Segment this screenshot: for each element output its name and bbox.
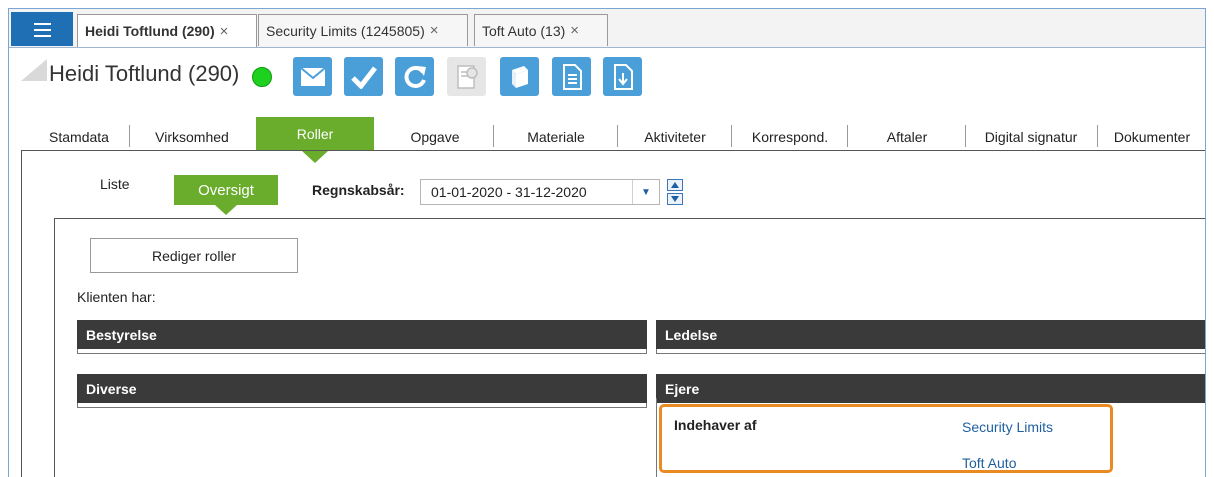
group-body	[77, 403, 647, 408]
tab-roller[interactable]: Roller	[256, 117, 374, 163]
fiscal-year-spinner[interactable]	[667, 179, 685, 206]
tab-materiale[interactable]: Materiale	[497, 123, 615, 150]
status-indicator-icon	[252, 67, 272, 87]
approve-button[interactable]	[344, 57, 383, 96]
tab-heidi-toftlund[interactable]: Heidi Toftlund (290) ×	[77, 14, 257, 47]
edit-roles-button[interactable]: Rediger roller	[90, 238, 298, 273]
fiscal-year-select[interactable]: 01-01-2020 - 31-12-2020 ▼	[420, 179, 660, 205]
group-ejere: Ejere	[656, 374, 1205, 406]
tab-divider	[617, 125, 618, 147]
mail-icon	[299, 66, 326, 86]
group-header: Ejere	[656, 374, 1205, 403]
book-icon	[511, 65, 528, 88]
group-diverse: Diverse	[77, 374, 647, 408]
spin-down-button[interactable]	[667, 193, 683, 205]
arrow-up-icon	[671, 182, 679, 188]
fiscal-year-value: 01-01-2020 - 31-12-2020	[431, 184, 587, 200]
link-security-limits[interactable]: Security Limits	[962, 419, 1053, 435]
group-header: Bestyrelse	[77, 320, 647, 349]
tab-dokumenter[interactable]: Dokumenter	[1099, 123, 1205, 150]
tab-toft-auto[interactable]: Toft Auto (13) ×	[474, 14, 608, 46]
tab-korrespond[interactable]: Korrespond.	[735, 123, 845, 150]
close-icon[interactable]: ×	[430, 22, 439, 39]
tab-divider	[847, 125, 848, 147]
menu-icon-bar	[34, 35, 51, 37]
section-tab-bar: Stamdata Virksomhed Roller Opgave Materi…	[9, 117, 1205, 163]
mail-button[interactable]	[293, 57, 332, 96]
tab-virksomhed[interactable]: Virksomhed	[133, 123, 251, 150]
tab-label: Security Limits (1245805)	[266, 22, 425, 39]
fiscal-year-label: Regnskabsår:	[312, 182, 405, 198]
tab-security-limits[interactable]: Security Limits (1245805) ×	[258, 14, 468, 46]
subtab-oversigt[interactable]: Oversigt	[174, 175, 278, 215]
menu-icon	[34, 23, 51, 25]
client-title: Heidi Toftlund (290)	[49, 61, 240, 86]
group-ledelse: Ledelse	[656, 320, 1205, 354]
group-header: Diverse	[77, 374, 647, 403]
link-toft-auto[interactable]: Toft Auto	[962, 455, 1016, 471]
client-has-label: Klienten har:	[77, 289, 156, 305]
roles-overview: Rediger roller Klienten har: Bestyrelse …	[54, 218, 1205, 477]
tab-divider	[731, 125, 732, 147]
application-window: Heidi Toftlund (290) × Security Limits (…	[8, 8, 1206, 477]
chevron-down-icon[interactable]: ▼	[632, 180, 659, 204]
document-button[interactable]	[552, 57, 591, 96]
check-icon	[350, 65, 377, 89]
tab-label: Toft Auto (13)	[482, 22, 566, 39]
tab-digital-signatur[interactable]: Digital signatur	[967, 123, 1095, 150]
download-document-button[interactable]	[603, 57, 642, 96]
tab-divider	[1097, 125, 1098, 147]
group-bestyrelse: Bestyrelse	[77, 320, 647, 354]
subtab-liste[interactable]: Liste	[100, 176, 130, 192]
close-icon[interactable]: ×	[570, 22, 579, 39]
tab-aktiviteter[interactable]: Aktiviteter	[621, 123, 729, 150]
header-corner-decoration	[21, 59, 47, 81]
download-document-icon	[613, 63, 633, 90]
certificate-button[interactable]	[447, 57, 486, 96]
owner-of-highlight: Indehaver af Security Limits Toft Auto	[659, 404, 1113, 473]
book-button[interactable]	[500, 57, 539, 96]
tab-opgave[interactable]: Opgave	[379, 123, 491, 150]
tab-divider	[493, 125, 494, 147]
refresh-icon	[404, 65, 426, 88]
group-header: Ledelse	[656, 320, 1205, 349]
tab-stamdata[interactable]: Stamdata	[33, 123, 125, 150]
document-tab-strip: Heidi Toftlund (290) × Security Limits (…	[9, 9, 1205, 48]
tab-divider	[129, 125, 130, 147]
hamburger-menu-button[interactable]	[11, 12, 73, 46]
group-body	[77, 349, 647, 354]
certificate-icon	[456, 64, 478, 89]
tab-divider	[965, 125, 966, 147]
menu-icon-bar	[34, 29, 51, 31]
arrow-down-icon	[671, 196, 679, 202]
refresh-button[interactable]	[395, 57, 434, 96]
close-icon[interactable]: ×	[220, 23, 229, 40]
owner-of-label: Indehaver af	[674, 417, 757, 433]
group-body	[656, 349, 1205, 354]
ejere-border	[656, 398, 657, 477]
tab-label: Heidi Toftlund (290)	[85, 23, 215, 39]
spin-up-button[interactable]	[667, 179, 683, 191]
tab-aftaler[interactable]: Aftaler	[851, 123, 963, 150]
document-icon	[562, 63, 582, 90]
roles-content-panel: Liste Oversigt Regnskabsår: 01-01-2020 -…	[21, 151, 1205, 477]
